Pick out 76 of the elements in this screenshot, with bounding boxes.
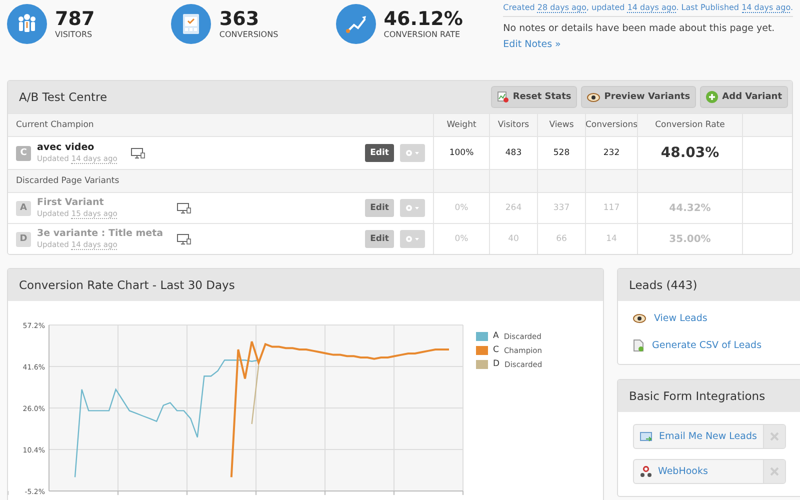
view-leads-link[interactable]: View Leads [633,313,786,324]
edit-button[interactable]: Edit [365,199,394,217]
remove-button[interactable] [762,425,785,448]
weight-cell: 0% [454,203,468,213]
preview-button[interactable]: Preview Variants [581,86,696,108]
document-icon [633,339,644,352]
close-icon [770,432,779,441]
reset-button[interactable]: Reset Stats [490,86,578,108]
stat-label: CONVERSIONS [219,30,278,39]
variant-letter: A [16,200,31,216]
conversion-rate-cell: 44.32% [669,202,711,214]
variant-letter: D [16,232,31,246]
legend-letter: D [493,359,500,369]
notes-text: No notes or details have been made about this page yet. [503,23,776,34]
card-title: A/B Test Centre [19,90,108,104]
visitors-cell: 483 [505,148,522,158]
settings-dropdown-button[interactable] [400,230,425,248]
edit-button[interactable]: Edit [365,230,394,248]
monitor-icon [177,234,191,244]
column-header: Conversion Rate [655,120,725,130]
conversions-cell: 117 [603,203,620,213]
envelope-icon [640,432,653,442]
weight-cell: 0% [454,234,468,244]
variant-name: First Variant [37,197,105,210]
visitors-cell: 40 [508,234,519,244]
add-button[interactable]: Add Variant [700,86,788,108]
legend-letter: C [493,345,499,355]
gear-caret-icon [404,149,420,157]
views-cell: 337 [553,203,570,213]
variant-name: 3e variante : Title meta [37,228,164,240]
chart-reset-icon [496,91,509,103]
column-header: Conversions [585,120,638,130]
section-label: Discarded Page Variants [16,176,120,186]
stat-label: CONVERSION RATE [384,30,462,39]
column-header: Current Champion [16,120,94,130]
card-title: Leads (443) [629,278,698,292]
generate-csv-link[interactable]: Generate CSV of Leads [633,339,786,352]
stat-value: 46.12% [384,9,463,30]
conversions-cell: 232 [603,148,620,158]
views-cell: 66 [556,234,567,244]
conversion-rate-cell: 48.03% [660,145,720,161]
card-title: Basic Form Integrations [629,389,766,403]
monitor-icon [177,202,191,214]
conversions-cell: 14 [606,234,617,244]
views-cell: 528 [553,148,570,158]
card-title: Conversion Rate Chart - Last 30 Days [19,278,235,292]
column-header: Visitors [498,120,530,130]
edit-button[interactable]: Edit [365,144,394,162]
variant-name: avec video [37,142,96,154]
webhook-icon [640,466,652,478]
people-icon [7,4,47,44]
eye-icon [587,92,600,102]
monitor-icon [131,148,145,158]
gear-caret-icon [404,204,420,212]
stat-label: VISITORS [55,30,94,39]
conversion-rate-cell: 35.00% [669,234,711,244]
remove-button[interactable] [762,460,785,483]
integration-link[interactable]: WebHooks [634,460,763,483]
form-icon [171,4,212,44]
integration-link[interactable]: Email Me New Leads [634,425,763,448]
column-header: Weight [446,120,476,130]
page-history-text: Created 28 days ago, updated 14 days ago. Last Published 14 days ago. [503,0,793,17]
stat-value: 363 [219,9,260,30]
gear-caret-icon [404,235,420,243]
variant-letter: C [16,146,31,160]
settings-dropdown-button[interactable] [400,199,425,217]
legend-letter: A [493,331,499,341]
settings-dropdown-button[interactable] [400,144,425,162]
eye-icon [633,314,646,323]
plus-icon [706,91,718,103]
column-header: Views [549,120,574,130]
close-icon [770,467,779,476]
weight-cell: 100% [449,148,474,158]
stat-value: 787 [55,9,95,30]
visitors-cell: 264 [505,203,522,213]
edit-notes-link[interactable]: Edit Notes » [503,39,561,50]
